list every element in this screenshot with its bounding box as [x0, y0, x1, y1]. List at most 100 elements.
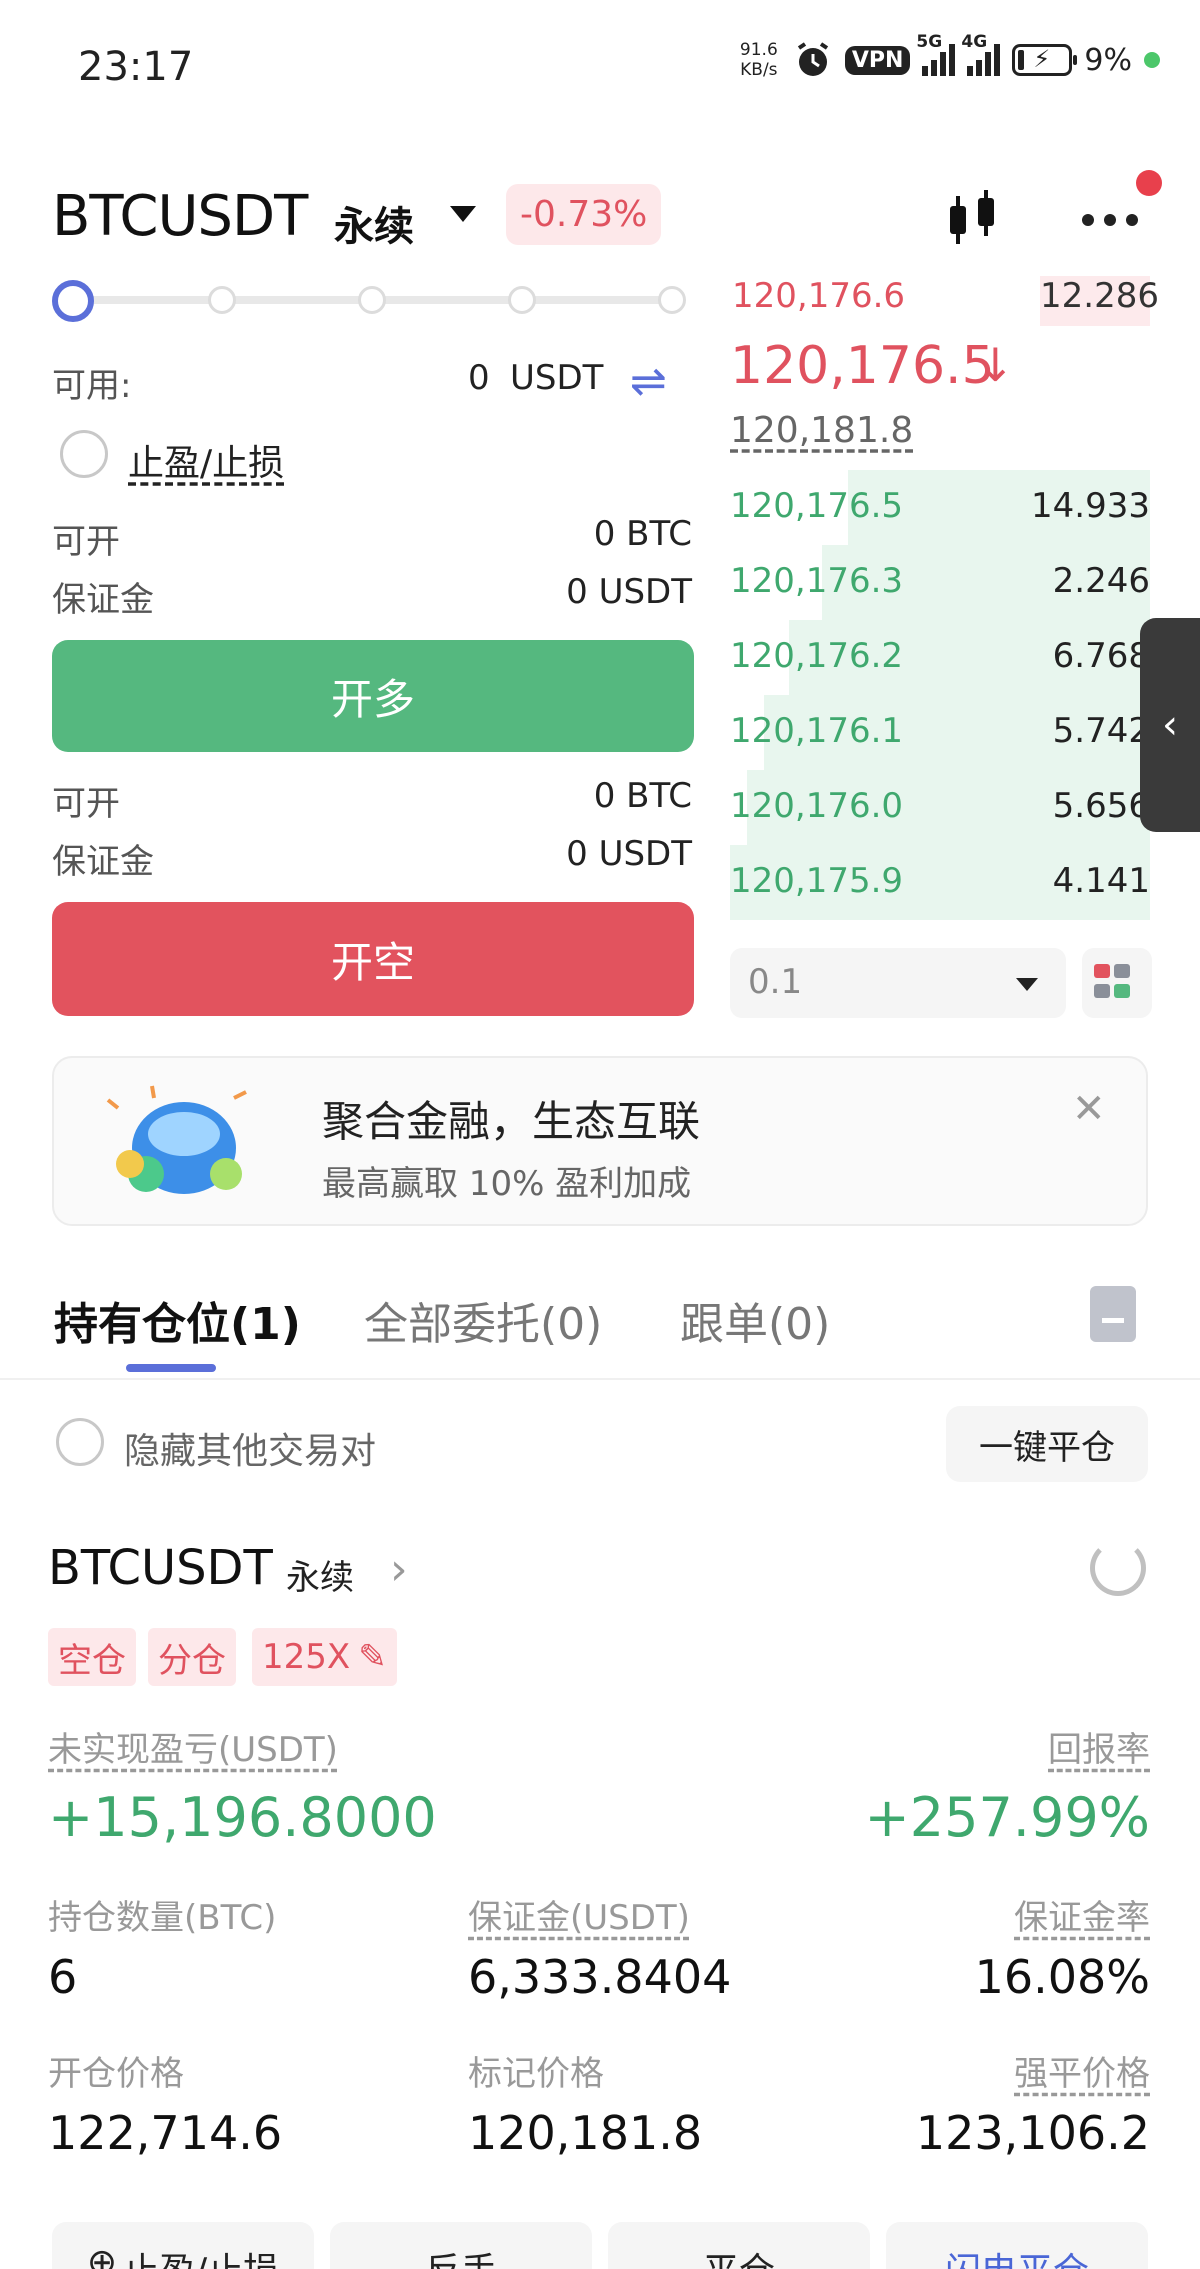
margin-rate-value: 16.08% [974, 1950, 1150, 2004]
leverage-tag[interactable]: 125X ✎ [252, 1628, 397, 1686]
long-open-value: 0 BTC [593, 514, 692, 554]
hide-other-pairs-checkbox[interactable] [56, 1418, 104, 1466]
bid-price[interactable]: 120,176.2 [730, 636, 903, 676]
share-icon[interactable] [1090, 1540, 1146, 1596]
position-side-tag: 空仓 [48, 1628, 136, 1686]
status-time: 23:17 [78, 44, 194, 90]
bid-price[interactable]: 120,175.9 [730, 861, 903, 901]
unrealized-pnl-label[interactable]: 未实现盈亏(USDT) [48, 1722, 338, 1771]
vpn-badge: VPN [844, 45, 911, 75]
slider-step[interactable] [208, 286, 236, 314]
alarm-icon [797, 42, 828, 76]
header-symbol[interactable]: BTCUSDT [52, 184, 308, 249]
short-margin-label: 保证金 [52, 842, 154, 882]
bid-qty: 14.933 [1031, 486, 1150, 526]
candlestick-chart-icon[interactable] [940, 186, 1006, 252]
margin-rate-label[interactable]: 保证金率 [1014, 1890, 1150, 1939]
tp-sl-label[interactable]: 止盈/止损 [128, 434, 284, 486]
slider-step[interactable] [508, 286, 536, 314]
banner-subtitle: 最高赢取 10% 盈利加成 [322, 1164, 692, 1204]
tp-sl-button[interactable]: ⊕ 止盈/止损 [52, 2222, 314, 2269]
bid-qty: 2.246 [1052, 561, 1150, 601]
chevron-down-icon [1016, 978, 1038, 991]
ask-price[interactable]: 120,176.6 [732, 276, 905, 316]
position-symbol[interactable]: BTCUSDT [48, 1540, 273, 1596]
roi-label[interactable]: 回报率 [1048, 1722, 1150, 1771]
roi-value: +257.99% [864, 1786, 1150, 1849]
close-all-button[interactable]: 一键平仓 [946, 1406, 1148, 1482]
document-icon[interactable] [1090, 1286, 1136, 1342]
privacy-indicator-icon [1144, 52, 1160, 68]
last-price: 120,176.5 [730, 336, 995, 396]
more-menu-icon[interactable] [1082, 190, 1146, 250]
mark-price-label: 标记价格 [468, 2054, 604, 2094]
bid-qty: 5.656 [1052, 786, 1150, 826]
tab-positions[interactable]: 持有仓位(1) [54, 1288, 301, 1352]
edit-icon: ✎ [358, 1637, 387, 1677]
chevron-left-icon: ‹ [1162, 702, 1178, 748]
open-short-button[interactable]: 开空 [52, 902, 694, 1016]
bid-price[interactable]: 120,176.5 [730, 486, 903, 526]
depth-precision-value: 0.1 [748, 962, 803, 1002]
position-contract-type: 永续 [286, 1558, 354, 1598]
long-margin-value: 0 USDT [566, 572, 692, 612]
header-contract-type[interactable]: 永续 [334, 194, 414, 252]
unrealized-pnl-value: +15,196.8000 [48, 1786, 437, 1849]
chevron-down-icon[interactable] [450, 206, 476, 222]
promo-illustration-icon [106, 1085, 247, 1194]
bid-qty: 6.768 [1052, 636, 1150, 676]
bid-qty: 4.141 [1052, 861, 1150, 901]
reverse-button[interactable]: 反手 [330, 2222, 592, 2269]
leverage-value: 125X [262, 1637, 351, 1677]
net-speed: 91.6 KB/s [739, 40, 778, 80]
short-open-label: 可开 [52, 784, 120, 824]
slider-step[interactable] [658, 286, 686, 314]
liquidation-price-value: 123,106.2 [915, 2106, 1150, 2160]
tp-sl-button-label: 止盈/止损 [123, 2242, 279, 2269]
long-margin-label: 保证金 [52, 580, 154, 620]
bid-price[interactable]: 120,176.1 [730, 711, 903, 751]
short-margin-value: 0 USDT [566, 834, 692, 874]
add-icon: ⊕ [86, 2242, 118, 2269]
signal-icon: 5G [916, 32, 956, 76]
active-tab-indicator [126, 1364, 216, 1372]
tp-sl-checkbox[interactable] [60, 430, 108, 478]
margin-mode-tag: 分仓 [148, 1628, 236, 1686]
slider-handle[interactable] [52, 280, 94, 322]
entry-price-label: 开仓价格 [48, 2054, 184, 2094]
slider-step[interactable] [358, 286, 386, 314]
divider [0, 1378, 1200, 1380]
arrow-down-icon: ↓ [976, 338, 1015, 392]
banner-title: 聚合金融，生态互联 [322, 1097, 701, 1146]
short-open-value: 0 BTC [593, 776, 692, 816]
entry-price-value: 122,714.6 [48, 2106, 283, 2160]
side-drawer-handle[interactable]: ‹ [1140, 618, 1200, 832]
transfer-icon[interactable]: ⇌ [630, 356, 667, 407]
available-unit: USDT [510, 358, 604, 398]
battery-charging-icon: ⚡ [1012, 44, 1078, 76]
available-value: 0 [468, 358, 490, 398]
long-open-label: 可开 [52, 522, 120, 562]
close-position-button[interactable]: 平仓 [608, 2222, 870, 2269]
position-margin-label[interactable]: 保证金(USDT) [468, 1890, 690, 1939]
close-icon[interactable]: ✕ [1072, 1086, 1106, 1132]
position-qty-value: 6 [48, 1950, 78, 2004]
battery-percent: 9% [1084, 42, 1132, 78]
chevron-right-icon[interactable]: › [390, 1544, 408, 1595]
mark-price: 120,181.8 [730, 410, 914, 451]
position-qty-label: 持仓数量(BTC) [48, 1898, 277, 1938]
depth-precision-select[interactable]: 0.1 [730, 948, 1066, 1018]
position-margin-value: 6,333.8404 [468, 1950, 732, 2004]
available-label: 可用: [52, 366, 132, 406]
bid-price[interactable]: 120,176.3 [730, 561, 903, 601]
open-long-button[interactable]: 开多 [52, 640, 694, 752]
signal-icon-2: 4G [961, 32, 1001, 76]
flash-close-button[interactable]: 闪电平仓 [886, 2222, 1148, 2269]
tab-copy-trading[interactable]: 跟单(0) [680, 1288, 830, 1352]
tab-open-orders[interactable]: 全部委托(0) [364, 1288, 602, 1352]
bid-qty: 5.742 [1052, 711, 1150, 751]
liquidation-price-label[interactable]: 强平价格 [1014, 2046, 1150, 2095]
hide-other-pairs-label[interactable]: 隐藏其他交易对 [124, 1422, 376, 1474]
bid-price[interactable]: 120,176.0 [730, 786, 903, 826]
orderbook-layout-icon[interactable] [1082, 948, 1152, 1018]
